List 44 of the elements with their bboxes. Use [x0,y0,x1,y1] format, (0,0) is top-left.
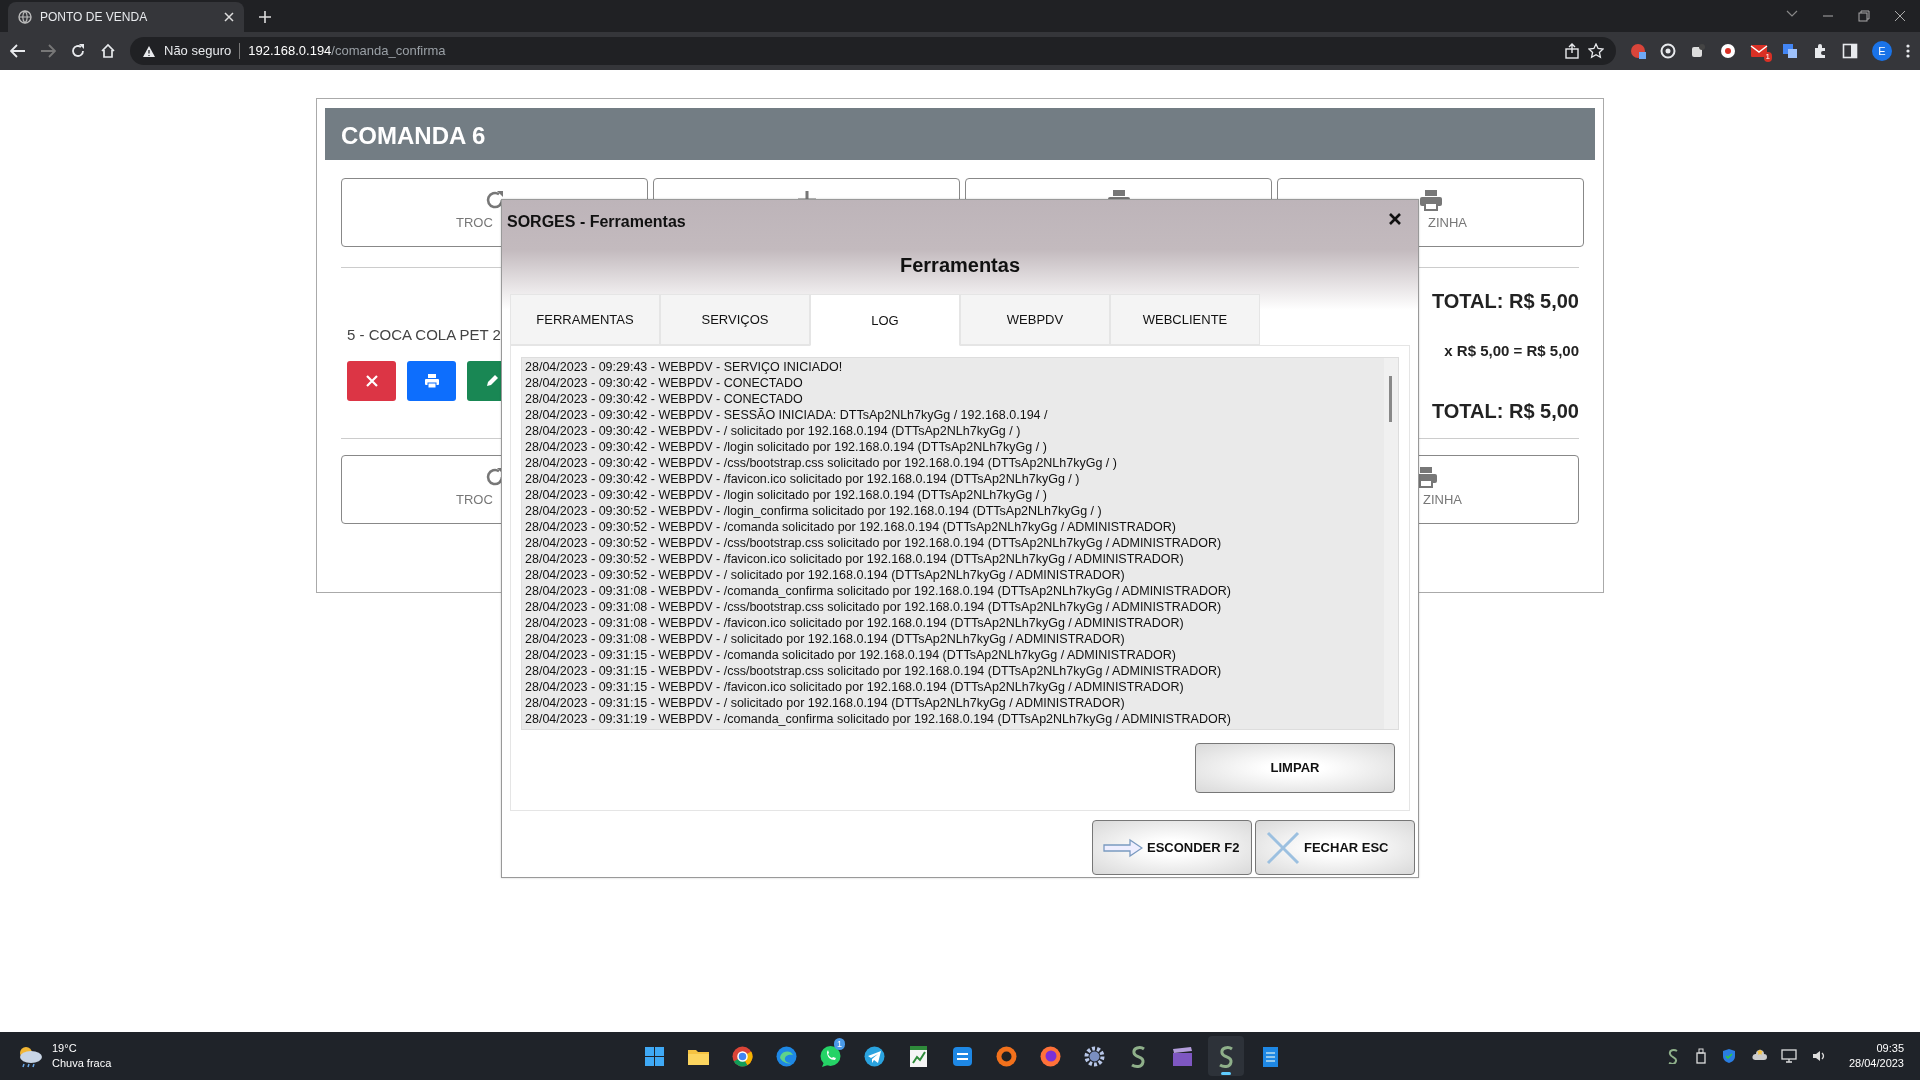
log-line: 28/04/2023 - 09:30:52 - WEBPDV - /css/bootstrap.css solicitado por 192.168.0.194 (DTTsAp2NLh7kyGg / ADMINISTRADOR) [525,535,1223,551]
security-label: Não seguro [164,42,232,61]
log-line: 28/04/2023 - 09:31:15 - WEBPDV - /css/bootstrap.css solicitado por 192.168.0.194 (DTTsAp2NLh7kyGg / ADMINISTRADOR) [525,663,1223,679]
tab[interactable]: FERRAMENTAS [510,294,660,345]
log-line: 28/04/2023 - 09:29:43 - WEBPDV - SERVIÇO INICIADO! [525,359,844,375]
notification-badge: 1 [1763,52,1772,62]
clear-button[interactable]: LIMPAR [1195,743,1395,793]
profile-avatar[interactable]: E [1872,41,1892,61]
log-line: 28/04/2023 - 09:30:42 - WEBPDV - CONECTADO [525,391,804,407]
dialog-heading: Ferramentas [898,253,1022,278]
footer-button[interactable]: FECHAR ESC [1255,820,1415,875]
log-line: 28/04/2023 - 09:30:42 - WEBPDV - CONECTADO [525,375,804,391]
browser-tab[interactable]: PONTO DE VENDA [8,2,244,32]
log-line: 28/04/2023 - 09:31:15 - WEBPDV - / solicitado por 192.168.0.194 (DTTsAp2NLh7kyGg / ADMINISTRADOR) [525,695,1126,711]
notification-badge: 1 [834,1038,845,1050]
log-line: 28/04/2023 - 09:30:52 - WEBPDV - /favicon.ico solicitado por 192.168.0.194 (DTTsAp2NLh7kyGg / ADMINISTRADOR) [525,551,1185,567]
log-line: 28/04/2023 - 09:30:42 - WEBPDV - /login solicitado por 192.168.0.194 (DTTsAp2NLh7kyGg / ) [525,439,1048,455]
log-line: 28/04/2023 - 09:30:42 - WEBPDV - / solicitado por 192.168.0.194 (DTTsAp2NLh7kyGg / ) [525,423,1022,439]
page-header: COMANDA 6 [325,108,1595,160]
log-line: 28/04/2023 - 09:31:15 - WEBPDV - /comanda solicitado por 192.168.0.194 (DTTsAp2NLh7kyGg / ADMINISTRADOR) [525,647,1177,663]
tab[interactable]: WEBCLIENTE [1110,294,1260,345]
log-line: 28/04/2023 - 09:31:08 - WEBPDV - /favicon.ico solicitado por 192.168.0.194 (DTTsAp2NLh7kyGg / ADMINISTRADOR) [525,615,1185,631]
weather-label: Chuva fraca [52,1056,112,1071]
temperature-label: 19°C [52,1041,78,1056]
tab-title: PONTO DE VENDA [40,9,149,26]
tab[interactable]: LOG [810,294,960,346]
tab[interactable]: SERVIÇOS [660,294,810,345]
item-price: x R$ 5,00 = R$ 5,00 [1444,341,1579,361]
log-line: 28/04/2023 - 09:30:42 - WEBPDV - SESSÃO INICIADA: DTTsAp2NLh7kyGg / 192.168.0.194 / [525,407,1049,423]
log-line: 28/04/2023 - 09:30:52 - WEBPDV - / solicitado por 192.168.0.194 (DTTsAp2NLh7kyGg / ADMINISTRADOR) [525,567,1126,583]
log-line: 28/04/2023 - 09:31:08 - WEBPDV - / solicitado por 192.168.0.194 (DTTsAp2NLh7kyGg / ADMINISTRADOR) [525,631,1126,647]
clock-date[interactable]: 28/04/2023 [1848,1056,1904,1071]
total-label: TOTAL: R$ 5,00 [1431,398,1579,424]
item-name: 5 - COCA COLA PET 2 [346,325,501,345]
log-line: 28/04/2023 - 09:31:08 - WEBPDV - /comanda_confirma solicitado por 192.168.0.194 (DTTsAp2NLh7kyGg / ADMINISTRADOR) [525,583,1232,599]
tab[interactable]: WEBPDV [960,294,1110,345]
clock-time[interactable]: 09:35 [1848,1041,1904,1056]
footer-button[interactable]: ESCONDER F2 [1092,820,1252,875]
log-line: 28/04/2023 - 09:31:15 - WEBPDV - /favicon.ico solicitado por 192.168.0.194 (DTTsAp2NLh7kyGg / ADMINISTRADOR) [525,679,1185,695]
address-bar[interactable]: Não seguro 192.168.0.194/comanda_confirma [130,37,1616,65]
log-line: 28/04/2023 - 09:31:19 - WEBPDV - /comanda_confirma solicitado por 192.168.0.194 (DTTsAp2NLh7kyGg / ADMINISTRADOR) [525,711,1232,727]
url-text: 192.168.0.194/comanda_confirma [248,42,446,61]
log-line: 28/04/2023 - 09:31:08 - WEBPDV - /css/bootstrap.css solicitado por 192.168.0.194 (DTTsAp2NLh7kyGg / ADMINISTRADOR) [525,599,1223,615]
total-label: TOTAL: R$ 5,00 [1431,289,1579,314]
